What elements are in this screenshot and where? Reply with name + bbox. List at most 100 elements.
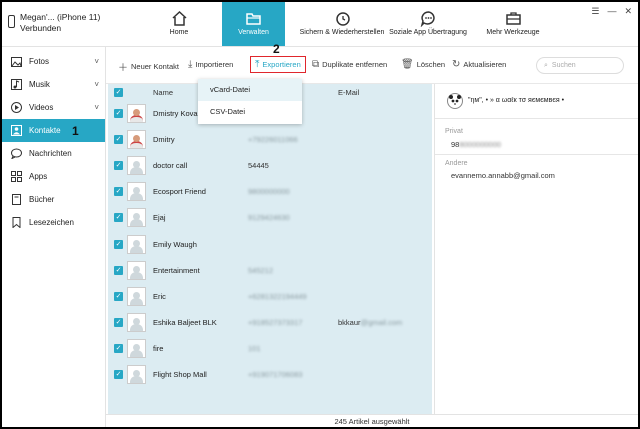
contact-detail: "ηм", • » α ωαℓк тσ яємємвєя • Privat 98… — [434, 84, 638, 414]
contact-avatar — [447, 93, 463, 109]
import-icon: ⤓ — [188, 59, 193, 70]
message-icon — [11, 148, 22, 159]
contact-phone-cell: 9129424630 — [248, 213, 290, 223]
row-checkbox[interactable]: ✓ — [114, 370, 123, 380]
contact-name-cell: Flight Shop Mall — [153, 370, 207, 380]
contact-name: "ηм", • » α ωαℓк тσ яємємвєя • — [468, 97, 565, 104]
andere-label: Andere — [445, 160, 468, 167]
sidebar-item-label: Musik — [29, 80, 50, 89]
export-csv-option[interactable]: CSV-Datei — [198, 101, 302, 123]
chat-icon — [420, 11, 435, 27]
contact-phone-cell: +919071706083 — [248, 370, 303, 380]
contact-name-cell: Eric — [153, 291, 166, 301]
table-row[interactable]: ✓ Eric +6281322194449 — [108, 283, 432, 309]
avatar — [127, 208, 146, 228]
row-checkbox[interactable]: ✓ — [114, 318, 123, 328]
refresh-button[interactable]: ↻ Aktualisieren — [452, 59, 506, 70]
device-info[interactable]: Megan'... (iPhone 11) Verbunden — [8, 12, 100, 34]
phone-icon — [8, 15, 15, 28]
sidebar-item-music[interactable]: Musik ˅ — [2, 73, 105, 96]
chevron-down-icon: ˅ — [94, 80, 99, 89]
import-label: Importieren — [195, 60, 234, 69]
minimize-icon[interactable]: — — [607, 6, 616, 17]
table-row[interactable]: ✓ Eshika Baljeet BLK +918527373317 bkkaur@g… — [108, 310, 432, 336]
select-all-checkbox[interactable]: ✓ — [114, 87, 123, 97]
sidebar-item-contacts[interactable]: Kontakte — [2, 119, 105, 142]
device-name: Megan'... (iPhone 11) — [20, 12, 101, 22]
table-row[interactable]: ✓ Flight Shop Mall +919071706083 — [108, 362, 432, 388]
contact-phone-cell: 545212 — [248, 265, 274, 275]
step-marker-2: 2 — [273, 42, 280, 56]
row-checkbox[interactable]: ✓ — [114, 160, 123, 170]
avatar — [127, 234, 146, 254]
andere-value[interactable]: evannemo.annabb@gmail.com — [451, 171, 555, 180]
sidebar-item-bookmarks[interactable]: Lesezeichen — [2, 211, 105, 234]
row-checkbox[interactable]: ✓ — [114, 108, 123, 118]
sidebar-item-label: Videos — [29, 103, 54, 112]
search-icon: ⌕ — [544, 61, 548, 69]
header: Megan'... (iPhone 11) Verbunden Home Ver… — [2, 2, 638, 47]
export-vcard-option[interactable]: vCard-Datei — [198, 79, 302, 101]
contact-email-cell: bkkaur@gmail.com — [338, 318, 402, 327]
table-row[interactable]: ✓ doctor call 54445 — [108, 152, 432, 178]
export-button[interactable]: ⤒ Exportieren — [250, 56, 306, 73]
contact-phone-cell: 54445 — [248, 160, 269, 170]
remove-duplicates-button[interactable]: ⧉ Duplikate entfernen — [312, 59, 387, 70]
row-checkbox[interactable]: ✓ — [114, 239, 123, 249]
column-name[interactable]: Name — [153, 88, 173, 97]
sidebar-item-label: Fotos — [29, 57, 50, 66]
restore-icon — [335, 12, 350, 26]
row-checkbox[interactable]: ✓ — [114, 291, 123, 301]
contact-icon — [11, 125, 22, 136]
column-email[interactable]: E-Mail — [338, 88, 359, 97]
sidebar-item-photos[interactable]: Fotos ˅ — [2, 50, 105, 73]
table-row[interactable]: ✓ Entertainment 545212 — [108, 257, 432, 283]
remove-duplicates-label: Duplikate entfernen — [322, 60, 388, 69]
search-input[interactable]: ⌕ Suchen — [536, 57, 624, 74]
menu-icon[interactable]: ☰ — [591, 6, 599, 17]
sidebar-item-messages[interactable]: Nachrichten — [2, 142, 105, 165]
contact-list: ✓ Name E-Mail ✓ Dmistry Koval ✓ Dmitry +7922… — [108, 84, 534, 414]
row-checkbox[interactable]: ✓ — [114, 344, 123, 354]
table-row[interactable]: ✓ fire 101 — [108, 336, 432, 362]
sidebar: Fotos ˅ Musik ˅ Videos ˅ Kontakte Nachri… — [2, 47, 106, 427]
table-row[interactable]: ✓ Emily Waugh — [108, 231, 432, 257]
sidebar-item-videos[interactable]: Videos ˅ — [2, 96, 105, 119]
nav-backup-restore[interactable]: Sichern & Wiederherstellen — [298, 2, 386, 46]
nav-more-tools[interactable]: Mehr Werkzeuge — [480, 2, 546, 46]
avatar — [127, 260, 146, 280]
email-visible: bkkaur — [338, 318, 361, 328]
export-dropdown: vCard-Datei CSV-Datei — [198, 79, 302, 124]
nav-manage[interactable]: Verwalten — [222, 2, 285, 46]
image-icon — [11, 56, 22, 67]
row-checkbox[interactable]: ✓ — [114, 134, 123, 144]
trash-icon: 🗑 — [401, 59, 414, 70]
nav-home[interactable]: Home — [154, 2, 204, 46]
contact-phone-cell: 101 — [248, 344, 261, 354]
row-checkbox[interactable]: ✓ — [114, 213, 123, 223]
nav-social-transfer[interactable]: Soziale App Übertragung — [386, 2, 470, 46]
window-controls: ☰ — ✕ — [591, 6, 632, 17]
sidebar-item-apps[interactable]: Apps — [2, 165, 105, 188]
divider — [435, 154, 638, 155]
refresh-icon: ↻ — [452, 59, 461, 70]
avatar — [127, 103, 146, 123]
table-row[interactable]: ✓ Dmitry +79226011066 — [108, 126, 432, 152]
import-button[interactable]: ⤓ Importieren — [188, 59, 233, 70]
folder-icon — [246, 13, 261, 25]
new-contact-button[interactable]: ＋ Neuer Kontakt — [118, 59, 179, 74]
export-label: Exportieren — [262, 60, 301, 69]
sidebar-item-books[interactable]: Bücher — [2, 188, 105, 211]
table-row[interactable]: ✓ Ecosport Friend 9800000000 — [108, 179, 432, 205]
privat-value[interactable]: 988000000000 — [451, 140, 501, 149]
table-row[interactable]: ✓ Ejaj 9129424630 — [108, 205, 432, 231]
delete-button[interactable]: 🗑 Löschen — [401, 59, 445, 70]
nav-label: Verwalten — [238, 29, 269, 36]
contact-phone-cell: +79226011066 — [248, 134, 298, 144]
contact-name-cell: Ejaj — [153, 213, 166, 223]
row-checkbox[interactable]: ✓ — [114, 265, 123, 275]
nav-label: Soziale App Übertragung — [389, 29, 467, 36]
sidebar-item-label: Apps — [29, 172, 48, 181]
row-checkbox[interactable]: ✓ — [114, 187, 123, 197]
close-icon[interactable]: ✕ — [624, 6, 632, 17]
